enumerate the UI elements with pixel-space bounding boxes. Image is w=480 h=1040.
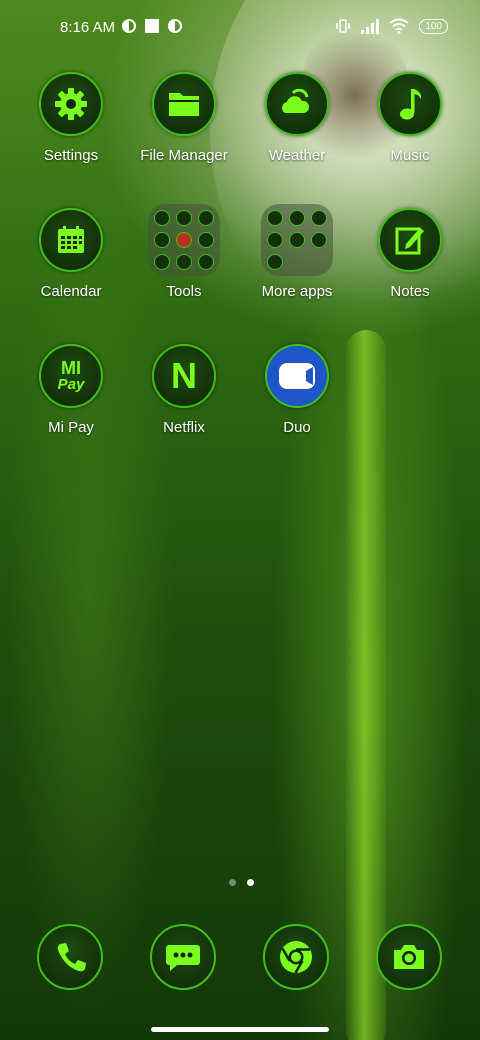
wifi-icon [389, 18, 409, 34]
vibrate-icon [336, 19, 351, 33]
weather-icon [265, 72, 329, 136]
app-mini-icon [311, 232, 327, 248]
folder-more-apps[interactable]: More apps [237, 204, 357, 300]
notification-icons [122, 19, 182, 33]
status-time: 8:16 AM [60, 19, 116, 36]
notification-icon [122, 19, 136, 33]
compass-mini-icon [154, 232, 170, 248]
calculator-mini-icon [176, 210, 192, 226]
netflix-icon: N [152, 344, 216, 408]
folder-tools[interactable]: Tools [124, 204, 244, 300]
app-label: Calendar [40, 283, 102, 300]
calendar-icon [39, 208, 103, 272]
page-indicator [229, 879, 254, 886]
dock-phone[interactable] [37, 924, 103, 990]
store-mini-icon [267, 210, 283, 226]
page-dot-active[interactable] [247, 879, 254, 886]
gesture-navigation-bar[interactable] [151, 1027, 329, 1032]
app-file-manager[interactable]: File Manager [124, 72, 244, 164]
camera-icon [376, 924, 442, 990]
screen-recorder-mini-icon [198, 232, 214, 248]
chrome-icon [263, 924, 329, 990]
music-note-icon [378, 72, 442, 136]
wave-mini-icon [176, 254, 192, 270]
recorder-mini-icon [176, 232, 192, 248]
app-duo[interactable]: Duo [237, 344, 357, 436]
app-label: More apps [261, 283, 333, 300]
status-right-icons: 100 [335, 18, 448, 34]
app-label: Music [390, 147, 430, 164]
page-dot[interactable] [229, 879, 236, 886]
dock-messages[interactable] [150, 924, 216, 990]
app-notes[interactable]: Notes [350, 208, 470, 300]
app-calendar[interactable]: Calendar [11, 208, 131, 300]
app-mi-pay[interactable]: MI Pay Mi Pay [11, 344, 131, 436]
duo-video-icon [265, 344, 329, 408]
notification-icon [168, 19, 182, 33]
scanner-mini-icon [154, 254, 170, 270]
signal-icon [361, 18, 380, 34]
dock-camera[interactable] [376, 924, 442, 990]
facebook-mini-icon [289, 210, 305, 226]
app-label: File Manager [140, 147, 228, 164]
app-music[interactable]: Music [350, 72, 470, 164]
app-mini-icon [267, 254, 283, 270]
mi-pay-pay-text: Pay [57, 375, 85, 393]
app-label: Mi Pay [48, 419, 94, 436]
app-label: Tools [166, 283, 202, 300]
battery-indicator: 100 [419, 18, 448, 34]
dock-chrome[interactable] [263, 924, 329, 990]
mi-pay-mi-text: MI [61, 357, 81, 378]
status-bar: 8:16 AM 100 [0, 0, 480, 54]
notes-icon [378, 208, 442, 272]
app-label: Notes [390, 283, 430, 300]
home-screen: 8:16 AM 100 Settings File Manager Weathe… [0, 0, 480, 1040]
folder-icon [152, 72, 216, 136]
mi-pay-icon: MI Pay [39, 344, 103, 408]
app-netflix[interactable]: N Netflix [124, 344, 244, 436]
contacts-mini-icon [154, 210, 170, 226]
folder-preview [148, 204, 220, 276]
netflix-letter: N [171, 355, 197, 396]
clock-mini-icon [198, 210, 214, 226]
messages-icon [150, 924, 216, 990]
app-label: Netflix [163, 419, 205, 436]
app-label: Weather [268, 147, 326, 164]
cleaner-mini-icon [198, 254, 214, 270]
app-weather[interactable]: Weather [237, 72, 357, 164]
app-mini-icon [311, 210, 327, 226]
phone-icon [37, 924, 103, 990]
app-label: Duo [283, 419, 311, 436]
folder-preview [261, 204, 333, 276]
notification-square-icon [145, 19, 159, 33]
linkedin-mini-icon [267, 232, 283, 248]
app-label: Settings [43, 147, 99, 164]
settings-icon [39, 72, 103, 136]
gallery-mini-icon [289, 232, 305, 248]
app-settings[interactable]: Settings [11, 72, 131, 164]
